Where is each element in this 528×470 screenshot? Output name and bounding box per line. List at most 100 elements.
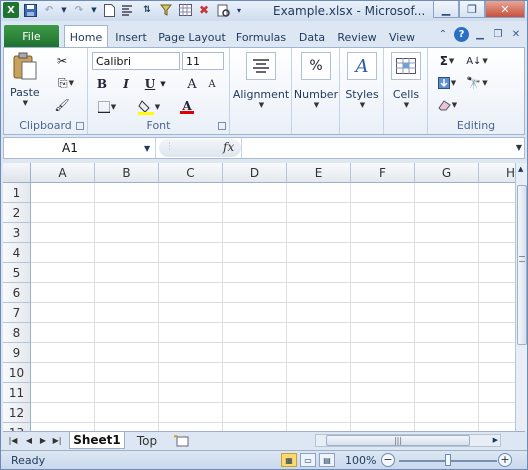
next-sheet-icon[interactable]: ▶ (37, 434, 49, 446)
insert-sheet-icon[interactable] (171, 432, 193, 449)
alignment-button[interactable]: Alignment ▼ (233, 52, 289, 109)
row-header[interactable]: 2 (3, 203, 31, 223)
select-all-button[interactable] (3, 163, 31, 183)
workbook-minimize-icon[interactable]: ▁ (473, 28, 487, 42)
row-header[interactable]: 9 (3, 343, 31, 363)
sheet-tab-top[interactable]: Top (129, 432, 165, 449)
minimize-button[interactable]: ▁ (433, 1, 459, 18)
underline-dropdown-icon[interactable]: ▼ (158, 75, 168, 93)
tab-view[interactable]: View (385, 27, 419, 47)
row-header[interactable]: 7 (3, 303, 31, 323)
column-header[interactable]: E (287, 163, 351, 183)
zoom-in-button[interactable]: + (498, 453, 512, 467)
new-document-icon[interactable] (101, 2, 117, 18)
sort-icon[interactable]: ⇅ (139, 2, 155, 18)
workbook-restore-icon[interactable]: ❐ (491, 28, 505, 42)
last-sheet-icon[interactable]: ▶| (51, 434, 63, 446)
cut-icon[interactable]: ✂ (52, 52, 72, 70)
paste-button[interactable]: Paste ▼ (10, 52, 40, 107)
sheet-tab-sheet1[interactable]: Sheet1 (69, 432, 125, 449)
redo-icon[interactable]: ↷ (71, 2, 87, 18)
row-header[interactable]: 6 (3, 283, 31, 303)
row-header[interactable]: 11 (3, 383, 31, 403)
fill-color-icon[interactable]: ▼ (134, 98, 164, 116)
fill-icon[interactable]: ▼ (434, 74, 460, 92)
row-header[interactable]: 10 (3, 363, 31, 383)
tab-page-layout[interactable]: Page Layout (157, 27, 227, 47)
font-name-select[interactable]: Calibri (92, 52, 180, 70)
column-header[interactable]: H (479, 163, 515, 183)
row-header[interactable]: 1 (3, 183, 31, 203)
number-button[interactable]: % Number ▼ (294, 52, 338, 109)
copy-icon[interactable]: ⎘ ▼ (52, 74, 80, 92)
chevron-down-icon[interactable]: ▼ (60, 2, 68, 18)
styles-button[interactable]: A Styles ▼ (342, 52, 382, 109)
zoom-slider-handle[interactable] (445, 454, 451, 466)
borders-icon[interactable]: ▼ (92, 98, 122, 116)
bold-button[interactable]: B (92, 75, 112, 93)
underline-button[interactable]: U (140, 75, 160, 93)
zoom-level[interactable]: 100% (345, 454, 376, 467)
scroll-right-icon[interactable]: ▶ (493, 436, 498, 444)
prev-sheet-icon[interactable]: ◀ (23, 434, 35, 446)
tab-home[interactable]: Home (64, 25, 108, 48)
clipboard-launcher-icon[interactable] (76, 122, 84, 130)
row-header[interactable]: 8 (3, 323, 31, 343)
tab-review[interactable]: Review (335, 27, 379, 47)
row-header[interactable]: 3 (3, 223, 31, 243)
sort-filter-icon[interactable]: A↓ ▼ (464, 52, 490, 70)
column-header[interactable]: C (159, 163, 223, 183)
delete-icon[interactable]: ✖ (196, 2, 212, 18)
save-icon[interactable] (22, 2, 38, 18)
column-header[interactable]: B (95, 163, 159, 183)
first-sheet-icon[interactable]: |◀ (7, 434, 19, 446)
help-icon[interactable]: ? (454, 27, 469, 42)
horizontal-scrollbar[interactable]: ||| ▶ (315, 434, 501, 447)
formula-input[interactable] (246, 141, 506, 155)
row-header[interactable]: 4 (3, 243, 31, 263)
grow-font-button[interactable]: A (182, 75, 202, 93)
chevron-down-icon[interactable]: ▼ (144, 144, 150, 153)
column-header[interactable]: A (31, 163, 95, 183)
format-painter-icon[interactable]: 🖌 (52, 96, 72, 114)
worksheet-grid[interactable]: ABCDEFGH 12345678910111213 (3, 163, 515, 431)
insert-function-button[interactable]: fx (223, 140, 234, 154)
customize-qat-icon[interactable]: ▾ (234, 2, 244, 18)
expand-formula-bar-icon[interactable]: ▼ (516, 143, 522, 152)
tab-insert[interactable]: Insert (111, 27, 151, 47)
column-header[interactable]: D (223, 163, 287, 183)
align-left-icon[interactable] (120, 2, 136, 18)
name-box[interactable]: A1 (4, 138, 156, 158)
restore-button[interactable]: ❐ (459, 1, 485, 18)
page-layout-view-button[interactable]: ▭ (300, 453, 316, 467)
tab-data[interactable]: Data (295, 27, 329, 47)
normal-view-button[interactable]: ▦ (281, 453, 297, 467)
page-break-view-button[interactable]: ▤ (319, 453, 335, 467)
vertical-scrollbar[interactable]: ▲ (515, 163, 527, 431)
column-header[interactable]: F (351, 163, 415, 183)
print-preview-icon[interactable] (215, 2, 231, 18)
workbook-close-icon[interactable]: ✕ (509, 28, 523, 42)
clear-icon[interactable]: ▼ (434, 96, 460, 114)
horizontal-scroll-thumb[interactable]: ||| (326, 435, 470, 446)
filter-icon[interactable] (158, 2, 174, 18)
cells-button[interactable]: Cells ▼ (386, 52, 426, 109)
tab-file[interactable]: File (4, 25, 59, 47)
grid-icon[interactable] (177, 2, 193, 18)
font-size-select[interactable]: 11 (182, 52, 224, 70)
row-header[interactable]: 12 (3, 403, 31, 423)
zoom-out-button[interactable]: − (381, 453, 395, 467)
font-launcher-icon[interactable] (218, 122, 226, 130)
close-button[interactable]: ✕ (485, 1, 525, 18)
cell-area[interactable] (31, 183, 515, 431)
row-header[interactable]: 5 (3, 263, 31, 283)
shrink-font-button[interactable]: A (202, 75, 222, 93)
row-header[interactable]: 13 (3, 423, 31, 431)
scroll-up-icon[interactable]: ▲ (518, 165, 523, 173)
font-color-icon[interactable]: A (172, 98, 202, 116)
chevron-down-icon[interactable]: ▼ (90, 2, 98, 18)
tab-formulas[interactable]: Formulas (234, 27, 288, 47)
undo-icon[interactable]: ↶ (41, 2, 57, 18)
minimize-ribbon-icon[interactable]: ⌃ (436, 28, 450, 42)
autosum-button[interactable]: Σ ▼ (434, 52, 460, 70)
